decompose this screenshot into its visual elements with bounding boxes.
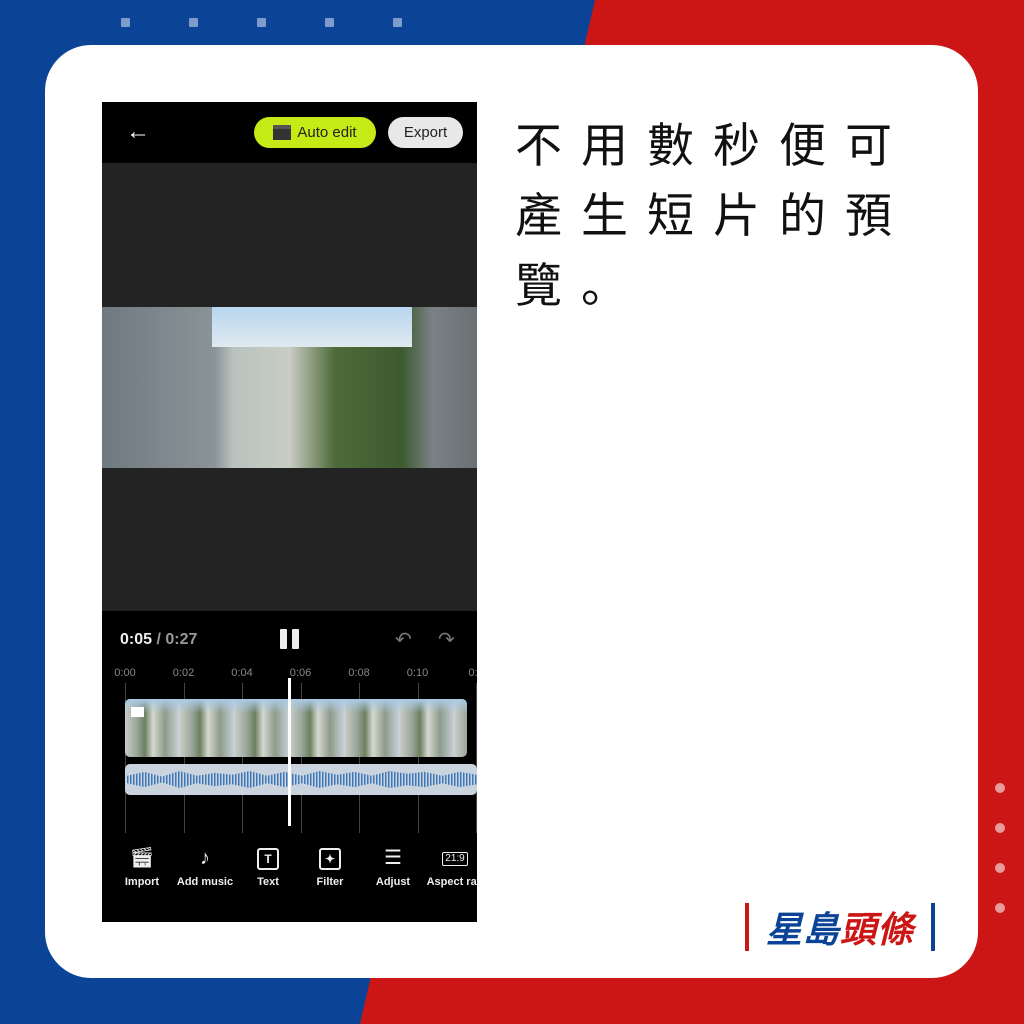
undo-icon[interactable]: ↶ — [395, 627, 412, 652]
sing-tao-headline-logo: 星島 頭條 — [745, 903, 935, 951]
tool-aspect-ratio[interactable]: 21:9 Aspect rati — [420, 844, 477, 888]
decor-dot — [393, 18, 402, 27]
tool-label: Add music — [176, 876, 234, 888]
tool-import[interactable]: 🎬︎ Import — [107, 844, 177, 888]
time-separator: / — [156, 631, 161, 648]
tool-text[interactable]: T Text — [233, 844, 303, 888]
auto-edit-label: Auto edit — [297, 124, 357, 141]
playhead[interactable] — [288, 678, 291, 826]
tool-label: Import — [124, 876, 160, 888]
ruler-gridline — [476, 683, 477, 833]
arrow-left-icon[interactable]: ← — [126, 118, 150, 146]
auto-edit-button[interactable]: Auto edit — [254, 117, 376, 148]
tool-label: Adjust — [375, 876, 411, 888]
audio-track[interactable] — [125, 764, 477, 795]
decor-dot — [995, 783, 1005, 793]
export-button[interactable]: Export — [388, 117, 463, 148]
tool-label: Text — [257, 876, 279, 888]
time-display: 0:05 / 0:27 — [120, 631, 197, 649]
decor-dot — [257, 18, 266, 27]
aspect-ratio-icon: 21:9 — [442, 851, 468, 866]
decor-dot — [995, 823, 1005, 833]
ruler-tick-label: 0:10 — [406, 667, 429, 679]
logo-part-1: 星島 — [765, 909, 840, 950]
ruler-tick-label: 0:00 — [114, 667, 136, 679]
tool-adjust[interactable]: ☰ Adjust — [358, 844, 428, 888]
total-time: 0:27 — [165, 631, 198, 648]
tool-filter[interactable]: ✦ Filter — [295, 844, 365, 888]
editor-controls: 0:05 / 0:27 ↶ ↷ 0:00 0:02 0:04 0:06 0:08 0:10… — [102, 611, 477, 922]
redo-icon[interactable]: ↷ — [438, 627, 455, 652]
decor-dot — [189, 18, 198, 27]
ruler-tick-label: 0:06 — [289, 667, 312, 679]
decor-dot — [995, 903, 1005, 913]
clapperboard-icon — [131, 707, 144, 717]
top-bar: ← Auto edit Export — [102, 102, 477, 163]
video-frame — [102, 307, 477, 468]
ruler-tick-label: 0:1 — [468, 667, 477, 679]
tool-add-music[interactable]: ♪ Add music — [170, 844, 240, 888]
current-time: 0:05 — [120, 631, 153, 648]
tool-label: Aspect rati — [426, 876, 477, 888]
music-note-icon: ♪ — [200, 847, 210, 869]
video-clip-track[interactable] — [125, 699, 467, 757]
video-preview[interactable] — [102, 163, 477, 611]
ruler-tick-label: 0:08 — [348, 667, 370, 679]
logo-part-2: 頭條 — [840, 909, 915, 950]
clapperboard-sparkle-icon — [273, 125, 292, 140]
pause-icon[interactable] — [280, 629, 300, 649]
ruler-tick-label: 0:04 — [231, 667, 253, 679]
decor-dot — [325, 18, 334, 27]
caption-text: 不用數秒便可產生短片的預覽。 — [515, 119, 911, 314]
text-icon: T — [257, 847, 279, 870]
ruler-tick-label: 0:02 — [172, 667, 195, 679]
clapperboard-icon: 🎬︎ — [129, 847, 155, 869]
audio-waveform — [127, 770, 477, 789]
decor-dot — [995, 863, 1005, 873]
phone-screenshot: ← Auto edit Export 0:05 / 0:27 ↶ ↷ 0:00 0… — [102, 102, 477, 922]
decor-dot — [121, 18, 130, 27]
sliders-icon: ☰ — [384, 847, 402, 869]
tool-label: Filter — [316, 876, 344, 888]
filter-sparkle-icon: ✦ — [319, 847, 341, 870]
